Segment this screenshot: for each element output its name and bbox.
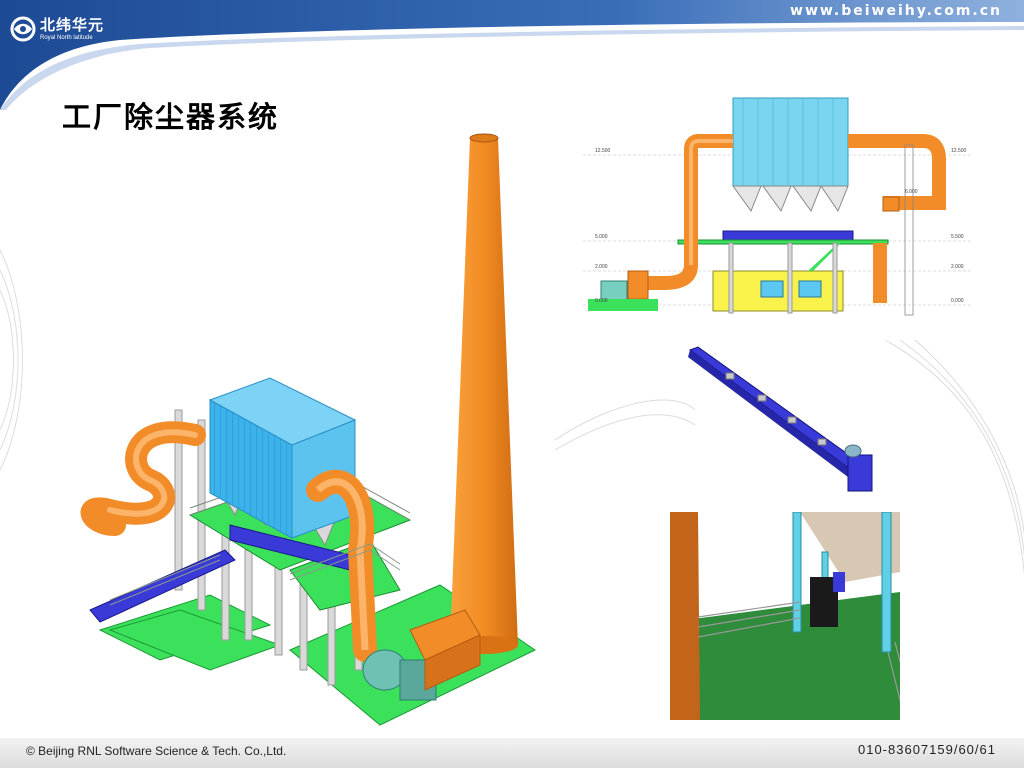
main-3d-plant-render — [80, 133, 536, 726]
elevation-label: 0.000 — [951, 298, 964, 304]
conveyor-render — [688, 346, 873, 492]
elevation-label: 12.500 — [595, 148, 611, 154]
website-url: www.beiweihy.com.cn — [790, 3, 1002, 19]
logo-chinese-name: 北纬华元 — [40, 16, 105, 34]
elevation-label: 5.000 — [595, 234, 608, 240]
elevation-label: 12.500 — [951, 148, 967, 154]
elevation-drawing: 12.500 12.500 5.000 5.500 2.000 2.000 0.… — [583, 93, 973, 318]
logo-english-name: Royal North latitude — [40, 34, 93, 41]
elevation-label: 2.000 — [595, 264, 608, 270]
elevation-label: 6.000 — [905, 189, 918, 195]
interior-view-render — [670, 512, 900, 720]
left-decor-lines — [0, 249, 23, 471]
footer-copyright: © Beijing RNL Software Science & Tech. C… — [26, 744, 287, 758]
logo-swirl-icon — [10, 16, 36, 42]
elevation-label: 2.000 — [951, 264, 964, 270]
footer-phone: 010-83607159/60/61 — [857, 742, 996, 757]
elevation-label: 5.500 — [951, 234, 964, 240]
elevation-label: 0.000 — [595, 298, 608, 304]
company-logo: 北纬华元 Royal North latitude — [10, 12, 110, 46]
